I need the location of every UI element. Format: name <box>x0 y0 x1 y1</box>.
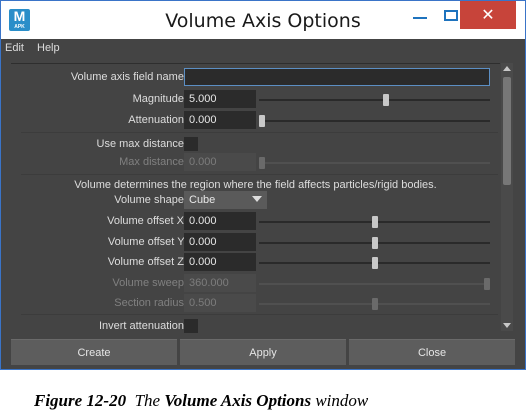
attenuation-slider-handle[interactable] <box>259 115 265 127</box>
attenuation-slider[interactable] <box>259 115 490 127</box>
apply-button[interactable]: Apply <box>180 339 346 365</box>
max-distance-row: Max distance: 0.000 <box>11 153 500 172</box>
caption-bold-title: Volume Axis Options <box>164 391 312 410</box>
scrollbar[interactable] <box>501 63 513 331</box>
menu-bar: Edit Help <box>1 39 525 59</box>
scrollbar-thumb[interactable] <box>503 77 511 185</box>
attenuation-label: Attenuation: <box>128 114 187 126</box>
offset-y-label: Volume offset Y: <box>107 236 187 248</box>
use-max-distance-checkbox[interactable] <box>184 137 198 151</box>
create-button[interactable]: Create <box>11 339 177 365</box>
section-divider <box>21 314 498 315</box>
minimize-icon <box>413 17 427 19</box>
close-icon: ✕ <box>481 5 495 24</box>
invert-attenuation-checkbox[interactable] <box>184 319 198 333</box>
offset-z-row: Volume offset Z: 0.000 <box>11 253 500 272</box>
use-max-distance-label: Use max distance: <box>96 138 187 150</box>
section-divider <box>21 174 498 175</box>
menu-edit[interactable]: Edit <box>5 42 24 54</box>
volume-sweep-row: Volume sweep: 360.000 <box>11 274 500 293</box>
field-name-row: Volume axis field name: <box>11 68 500 87</box>
magnitude-slider[interactable] <box>259 94 490 106</box>
max-distance-input: 0.000 <box>184 153 256 171</box>
caption-rest: window <box>315 391 369 410</box>
offset-x-slider-handle[interactable] <box>371 216 378 228</box>
menu-help[interactable]: Help <box>37 42 60 54</box>
figure-caption: Figure 12-20 The Volume Axis Options win… <box>34 391 368 411</box>
volume-info-text: Volume determines the region where the f… <box>74 179 437 191</box>
volume-sweep-slider-handle <box>484 278 490 290</box>
close-button[interactable]: Close <box>349 339 515 365</box>
section-radius-label: Section radius: <box>114 297 187 309</box>
section-radius-row: Section radius: 0.500 <box>11 294 500 313</box>
attenuation-input[interactable]: 0.000 <box>184 111 256 129</box>
max-distance-slider <box>259 157 490 169</box>
section-divider <box>21 132 498 133</box>
volume-sweep-slider <box>259 278 490 290</box>
title-bar[interactable]: M APK Volume Axis Options ✕ <box>1 1 525 39</box>
invert-attenuation-row: Invert attenuation: <box>11 317 500 336</box>
window-close-button[interactable]: ✕ <box>460 1 516 29</box>
section-radius-slider-handle <box>371 298 378 310</box>
offset-z-slider-handle[interactable] <box>371 257 378 269</box>
offset-x-slider[interactable] <box>259 216 490 228</box>
offset-x-row: Volume offset X: 0.000 <box>11 212 500 231</box>
volume-shape-dropdown[interactable]: Cube <box>184 191 267 209</box>
magnitude-slider-handle[interactable] <box>382 94 389 106</box>
offset-y-slider-handle[interactable] <box>371 237 378 249</box>
options-panel: Volume axis field name: Magnitude: 5.000… <box>11 63 500 333</box>
offset-x-label: Volume offset X: <box>107 215 187 227</box>
magnitude-row: Magnitude: 5.000 <box>11 90 500 109</box>
offset-z-label: Volume offset Z: <box>107 256 187 268</box>
caption-the: The <box>134 391 161 410</box>
magnitude-label: Magnitude: <box>132 93 187 105</box>
field-name-input[interactable] <box>184 68 490 86</box>
options-window: M APK Volume Axis Options ✕ Edit Help Vo… <box>0 0 526 370</box>
chevron-down-icon <box>252 196 262 202</box>
max-distance-slider-handle <box>259 157 265 169</box>
minimize-button[interactable] <box>405 1 435 29</box>
volume-sweep-input: 360.000 <box>184 274 256 292</box>
volume-shape-label: Volume shape: <box>114 194 187 206</box>
offset-z-slider[interactable] <box>259 257 490 269</box>
offset-z-input[interactable]: 0.000 <box>184 253 256 271</box>
volume-sweep-label: Volume sweep: <box>112 277 187 289</box>
volume-shape-row: Volume shape: Cube <box>11 191 500 210</box>
scroll-up-icon[interactable] <box>503 66 511 71</box>
section-radius-slider <box>259 298 490 310</box>
max-distance-label: Max distance: <box>119 156 187 168</box>
offset-y-slider[interactable] <box>259 237 490 249</box>
maximize-icon <box>444 10 458 21</box>
offset-x-input[interactable]: 0.000 <box>184 212 256 230</box>
offset-y-row: Volume offset Y: 0.000 <box>11 233 500 252</box>
magnitude-input[interactable]: 5.000 <box>184 90 256 108</box>
volume-shape-value: Cube <box>189 194 216 206</box>
attenuation-row: Attenuation: 0.000 <box>11 111 500 130</box>
scroll-down-icon[interactable] <box>503 323 511 328</box>
offset-y-input[interactable]: 0.000 <box>184 233 256 251</box>
section-radius-input: 0.500 <box>184 294 256 312</box>
figure-number: Figure 12-20 <box>34 391 127 410</box>
use-max-distance-row: Use max distance: <box>11 135 500 154</box>
field-name-label: Volume axis field name: <box>70 71 187 83</box>
invert-attenuation-label: Invert attenuation: <box>98 320 187 332</box>
